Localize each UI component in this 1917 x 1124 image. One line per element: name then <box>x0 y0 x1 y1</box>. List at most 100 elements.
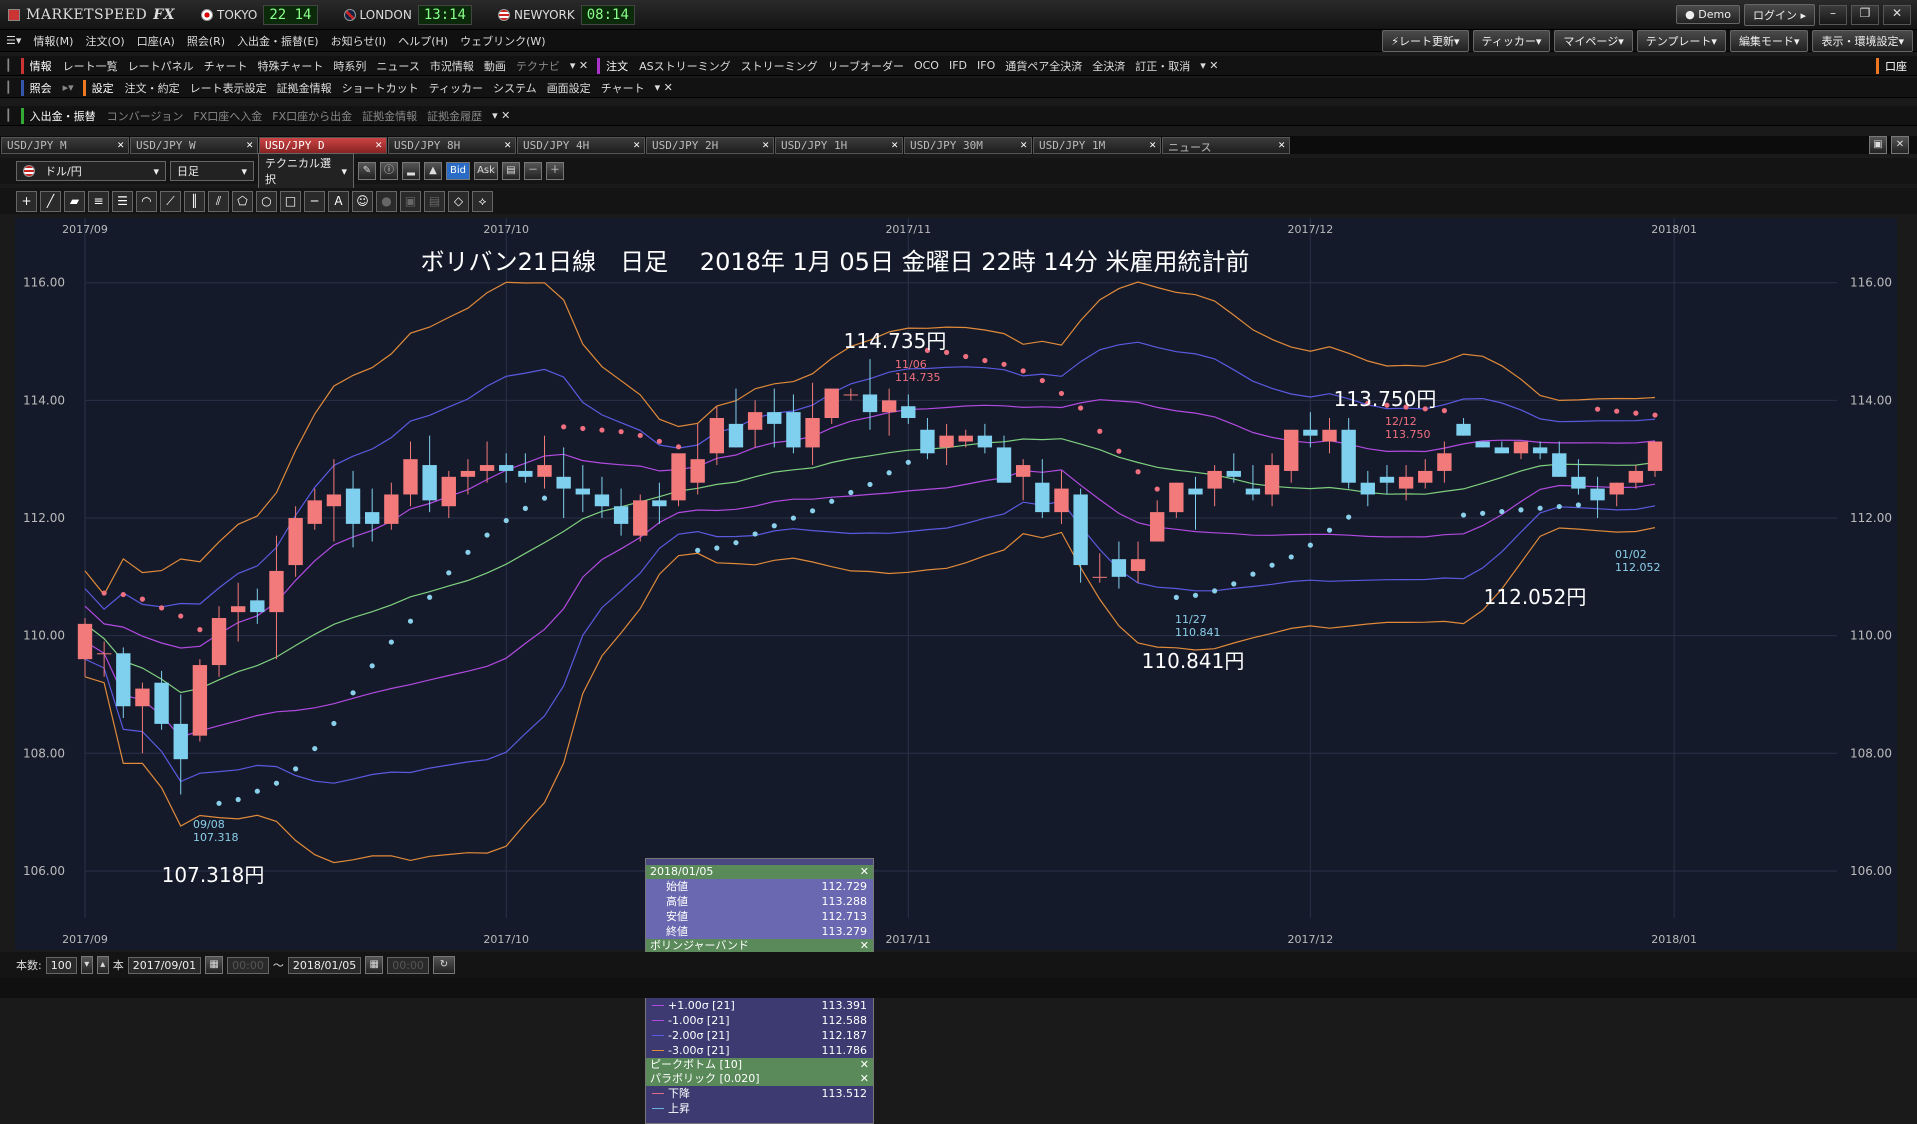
close-icon[interactable]: ✕ <box>1883 4 1911 25</box>
tool-ifo[interactable]: IFO <box>972 59 1000 72</box>
tool-pair-settle[interactable]: 通貨ペア全決済 <box>1000 58 1087 74</box>
dropdown-icon[interactable]: ▾ ✕ <box>487 109 515 122</box>
close-icon[interactable]: ✕ <box>1278 138 1285 151</box>
close-icon[interactable]: ✕ <box>1020 138 1027 151</box>
tool-ifd[interactable]: IFD <box>944 59 972 72</box>
tool-chart-settings[interactable]: チャート <box>596 80 650 96</box>
delete-all-icon[interactable]: ⟡ <box>472 190 493 212</box>
tool-timeseries[interactable]: 時系列 <box>328 58 371 74</box>
currency-pair-select[interactable]: ドル/円 ▾ <box>16 161 166 181</box>
trendline-icon[interactable]: ╱ <box>40 190 61 212</box>
tab-usdjpy-4h[interactable]: USD/JPY 4H ✕ <box>517 137 645 154</box>
menu-inquiry[interactable]: 照会(R) <box>181 33 231 49</box>
menu-notice[interactable]: お知らせ(I) <box>325 33 393 49</box>
text-icon[interactable]: A <box>328 190 349 212</box>
group-order[interactable]: 注文 <box>597 57 634 74</box>
circle-icon[interactable]: ○ <box>256 190 277 212</box>
bid-toggle[interactable]: Bid <box>446 162 470 180</box>
grip-icon[interactable]: ┃ <box>0 59 17 72</box>
menu-info[interactable]: 情報(M) <box>27 33 79 49</box>
group-deposit[interactable]: 入出金・振替 <box>20 107 102 124</box>
tab-usdjpy-1m[interactable]: USD/JPY 1M ✕ <box>1033 137 1161 154</box>
tool-oco[interactable]: OCO <box>909 59 944 72</box>
tool-rate-display[interactable]: レート表示設定 <box>185 80 272 96</box>
mypage-button[interactable]: マイページ▾ <box>1554 29 1633 52</box>
tool-margin-history[interactable]: 証拠金履歴 <box>422 108 487 124</box>
delete-drawing-icon[interactable]: ◇ <box>448 190 469 212</box>
settings-icon[interactable]: ▤ <box>502 162 520 180</box>
tool-video[interactable]: 動画 <box>479 58 511 74</box>
tab-usdjpy-1h[interactable]: USD/JPY 1H ✕ <box>775 137 903 154</box>
eraser-icon[interactable]: ▰ <box>64 190 85 212</box>
tool-as-streaming[interactable]: ASストリーミング <box>634 58 736 74</box>
close-icon[interactable]: ✕ <box>860 865 869 879</box>
candlestick-chart[interactable]: 116.00 116.00 114.00 114.00 112.00 112.00 110.… <box>15 218 1897 950</box>
tool-deposit[interactable]: FX口座へ入金 <box>188 108 267 124</box>
pentagon-icon[interactable]: ⬠ <box>232 190 253 212</box>
tab-usdjpy-2h[interactable]: USD/JPY 2H ✕ <box>646 137 774 154</box>
rate-update-button[interactable]: ⚡レート更新▾ <box>1382 29 1469 52</box>
refresh-icon[interactable]: ↻ <box>432 956 455 974</box>
pen-icon[interactable]: ✎ <box>358 162 376 180</box>
close-icon[interactable]: ✕ <box>860 939 869 953</box>
count-input[interactable]: 100 <box>45 956 77 974</box>
restore-icon[interactable]: ❐ <box>1851 4 1879 25</box>
close-icon[interactable]: ✕ <box>891 138 898 151</box>
close-icon[interactable]: ✕ <box>860 1058 869 1072</box>
tool-margin-info[interactable]: 証拠金情報 <box>272 80 337 96</box>
calendar-icon[interactable]: ▦ <box>365 956 384 974</box>
tool-market-info[interactable]: 市況情報 <box>425 58 479 74</box>
tool-rate-list[interactable]: レート一覧 <box>58 58 123 74</box>
dropdown-icon[interactable]: ▾ ✕ <box>565 59 593 72</box>
tool-chart[interactable]: チャート <box>199 58 253 74</box>
hline-icon[interactable]: ─ <box>304 190 325 212</box>
tab-usdjpy-w[interactable]: USD/JPY W ✕ <box>130 137 258 154</box>
close-icon[interactable]: ✕ <box>504 138 511 151</box>
rectangle-icon[interactable]: □ <box>280 190 301 212</box>
menu-deposit[interactable]: 入出金・振替(E) <box>231 33 325 49</box>
tool-system[interactable]: システム <box>488 80 542 96</box>
maximize-icon[interactable]: ▣ <box>1869 136 1887 154</box>
demo-badge[interactable]: ● Demo <box>1676 5 1740 24</box>
grip-icon[interactable]: ▸▾ <box>58 81 79 94</box>
ticker-button[interactable]: ティッカー▾ <box>1472 29 1551 52</box>
minimize-icon[interactable]: – <box>1819 4 1847 25</box>
tab-usdjpy-30m[interactable]: USD/JPY 30M ✕ <box>904 137 1032 154</box>
menu-order[interactable]: 注文(O) <box>79 33 130 49</box>
fan-icon[interactable]: ⟋ <box>160 190 181 212</box>
zoom-out-icon[interactable]: － <box>524 162 542 180</box>
calendar-icon[interactable]: ▦ <box>205 956 224 974</box>
horizontal-lines-icon[interactable]: ≡ <box>88 190 109 212</box>
chart-area[interactable]: 116.00 116.00 114.00 114.00 112.00 112.00 110.… <box>15 218 1897 1124</box>
menu-account[interactable]: 口座(A) <box>131 33 181 49</box>
tab-usdjpy-m[interactable]: USD/JPY M ✕ <box>1 137 129 154</box>
tool-all-settle[interactable]: 全決済 <box>1087 58 1130 74</box>
close-icon[interactable]: ✕ <box>762 138 769 151</box>
display-settings-button[interactable]: 表示・環境設定▾ <box>1812 29 1913 52</box>
tool-shortcut[interactable]: ショートカット <box>337 80 424 96</box>
info-icon[interactable]: ⓘ <box>380 162 398 180</box>
close-icon[interactable]: ✕ <box>246 138 253 151</box>
icon-tool-icon[interactable]: ☺ <box>352 190 373 212</box>
tab-usdjpy-8h[interactable]: USD/JPY 8H ✕ <box>388 137 516 154</box>
group-info[interactable]: 情報 <box>20 57 58 74</box>
group-inquiry[interactable]: 照会 <box>20 79 58 96</box>
zoom-in-icon[interactable]: ＋ <box>546 162 564 180</box>
menu-help[interactable]: ヘルプ(H) <box>392 33 454 49</box>
hamburger-icon[interactable]: ☰▾ <box>0 34 27 47</box>
from-date-input[interactable]: 2017/09/01 <box>127 956 202 974</box>
chevron-down-icon[interactable]: ▾ <box>80 956 93 974</box>
tool-rate-panel[interactable]: レートパネル <box>123 58 199 74</box>
grip-icon[interactable]: ┃ <box>0 81 17 94</box>
tool-orders[interactable]: 注文・約定 <box>120 80 185 96</box>
to-date-input[interactable]: 2018/01/05 <box>287 956 362 974</box>
crosshair-icon[interactable]: + <box>16 190 37 212</box>
chart-type-icon[interactable]: ▂ <box>402 162 420 180</box>
period-select[interactable]: 日足 ▾ <box>170 161 254 181</box>
tab-news[interactable]: ニュース ✕ <box>1162 137 1290 154</box>
fibonacci-arc-icon[interactable]: ◠ <box>136 190 157 212</box>
close-icon[interactable]: ✕ <box>117 138 124 151</box>
close-icon[interactable]: ✕ <box>860 1072 869 1086</box>
tool-screen[interactable]: 画面設定 <box>542 80 596 96</box>
mountain-icon[interactable]: ▲ <box>424 162 442 180</box>
